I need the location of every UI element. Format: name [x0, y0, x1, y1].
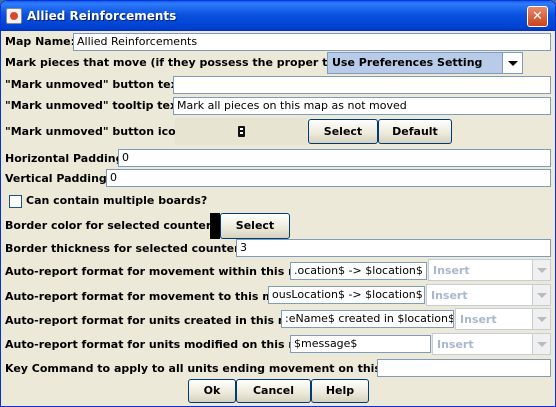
report-within-insert-dropdown: Insert — [428, 259, 551, 281]
dialog-content: Map Name: Allied Reinforcements Mark pie… — [1, 31, 555, 406]
mark-unmoved-text-input[interactable] — [173, 76, 551, 94]
report-created-insert-label: Insert — [460, 313, 497, 326]
report-to-insert-dropdown: Insert — [426, 284, 551, 306]
report-within-label: Auto-report format for movement within t… — [5, 265, 320, 278]
help-button[interactable]: Help — [311, 379, 369, 403]
border-color-swatch — [210, 213, 220, 239]
title-bar[interactable]: Allied Reinforcements ✕ — [1, 1, 555, 31]
mark-unmoved-text-label: "Mark unmoved" button text: — [5, 78, 188, 91]
border-color-label: Border color for selected counters: — [5, 219, 223, 232]
mark-pieces-dropdown[interactable]: Use Preferences Setting — [327, 52, 523, 74]
horizontal-padding-label: Horizontal Padding: — [5, 152, 128, 165]
mark-pieces-label: Mark pieces that move (if they possess t… — [5, 56, 359, 69]
vertical-padding-input[interactable]: 0 — [106, 169, 551, 187]
mark-unmoved-tooltip-input[interactable]: Mark all pieces on this map as not moved — [173, 97, 551, 115]
report-within-input[interactable]: .ocation$ -> $location$ * — [290, 262, 427, 280]
close-button[interactable]: ✕ — [527, 6, 548, 27]
vertical-padding-label: Vertical Padding: — [5, 172, 112, 185]
icon-preview-area — [175, 118, 307, 145]
report-to-input[interactable]: ousLocation$ -> $location$ * — [268, 286, 425, 304]
border-thickness-label: Border thickness for selected counters: — [5, 242, 251, 255]
report-created-insert-dropdown: Insert — [455, 308, 551, 330]
border-color-select-button[interactable]: Select — [220, 213, 290, 239]
multiple-boards-label: Can contain multiple boards? — [26, 194, 208, 207]
report-created-input[interactable]: :eName$ created in $location$ — [281, 310, 454, 328]
report-modified-insert-label: Insert — [437, 338, 474, 351]
key-command-input[interactable] — [377, 359, 551, 377]
map-name-label: Map Name: — [5, 35, 76, 48]
report-to-label: Auto-report format for movement to this … — [5, 290, 294, 303]
icon-default-button[interactable]: Default — [378, 119, 452, 144]
key-command-label: Key Command to apply to all units ending… — [5, 362, 416, 375]
dialog-window: Allied Reinforcements ✕ Map Name: Allied… — [0, 0, 556, 407]
window-title: Allied Reinforcements — [27, 9, 177, 23]
mark-unmoved-icon-label: "Mark unmoved" button icon: — [5, 125, 188, 138]
chevron-down-icon[interactable] — [502, 53, 522, 73]
report-within-insert-label: Insert — [433, 264, 470, 277]
chevron-down-icon — [532, 334, 550, 354]
horizontal-padding-input[interactable]: 0 — [118, 149, 551, 167]
report-modified-input[interactable]: $message$ — [290, 335, 431, 353]
icon-select-button[interactable]: Select — [308, 119, 378, 144]
border-thickness-input[interactable]: 3 — [236, 239, 551, 257]
mark-pieces-selected: Use Preferences Setting — [332, 56, 483, 69]
chevron-down-icon — [532, 285, 550, 305]
cancel-button[interactable]: Cancel — [236, 379, 311, 403]
report-to-insert-label: Insert — [431, 289, 468, 302]
chevron-down-icon — [532, 309, 550, 329]
multiple-boards-checkbox[interactable] — [9, 195, 22, 208]
mark-unmoved-tooltip-label: "Mark unmoved" tooltip text: — [5, 99, 187, 112]
report-modified-label: Auto-report format for units modified on… — [5, 338, 320, 351]
unmoved-button-icon — [238, 126, 245, 137]
java-app-icon — [6, 8, 22, 24]
ok-button[interactable]: Ok — [188, 379, 236, 403]
chevron-down-icon — [532, 260, 550, 280]
report-modified-insert-dropdown: Insert — [432, 333, 551, 355]
map-name-input[interactable]: Allied Reinforcements — [73, 33, 551, 51]
report-created-label: Auto-report format for units created in … — [5, 314, 310, 327]
